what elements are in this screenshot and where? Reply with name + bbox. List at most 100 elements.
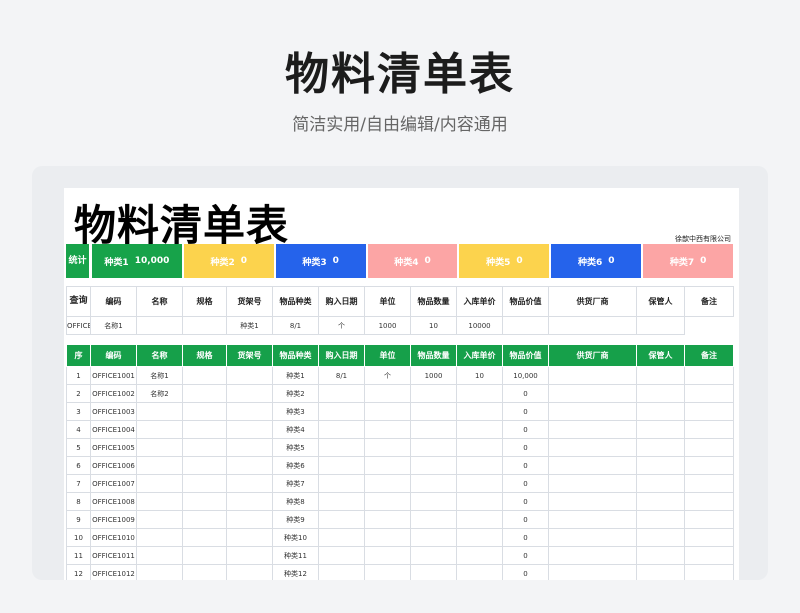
table-cell[interactable]: [548, 366, 637, 385]
table-cell[interactable]: 种类1: [272, 366, 319, 385]
table-cell[interactable]: [684, 384, 734, 403]
table-cell[interactable]: [684, 564, 734, 580]
table-cell[interactable]: [636, 366, 685, 385]
query-cell[interactable]: 名称1: [90, 316, 137, 335]
table-cell[interactable]: [182, 366, 227, 385]
query-cell[interactable]: 10000: [456, 316, 503, 335]
table-cell[interactable]: 9: [66, 510, 91, 529]
table-cell[interactable]: [684, 420, 734, 439]
table-cell[interactable]: [182, 510, 227, 529]
table-cell[interactable]: [182, 384, 227, 403]
table-cell[interactable]: [318, 402, 365, 421]
table-cell[interactable]: [636, 402, 685, 421]
table-cell[interactable]: [136, 492, 183, 511]
table-cell[interactable]: 种类6: [272, 456, 319, 475]
table-cell[interactable]: [548, 528, 637, 547]
table-cell[interactable]: [636, 474, 685, 493]
table-cell[interactable]: 0: [502, 564, 549, 580]
table-cell[interactable]: 0: [502, 402, 549, 421]
table-cell[interactable]: 0: [502, 492, 549, 511]
table-cell[interactable]: OFFICE1004: [90, 420, 137, 439]
table-cell[interactable]: 3: [66, 402, 91, 421]
table-cell[interactable]: [636, 528, 685, 547]
table-cell[interactable]: 10,000: [502, 366, 549, 385]
table-cell[interactable]: [456, 510, 503, 529]
table-cell[interactable]: [684, 510, 734, 529]
table-cell[interactable]: [136, 474, 183, 493]
table-cell[interactable]: OFFICE1010: [90, 528, 137, 547]
table-cell[interactable]: 2: [66, 384, 91, 403]
table-cell[interactable]: [364, 420, 411, 439]
table-cell[interactable]: [182, 564, 227, 580]
table-cell[interactable]: [136, 564, 183, 580]
table-cell[interactable]: [318, 510, 365, 529]
table-cell[interactable]: [636, 438, 685, 457]
table-cell[interactable]: [136, 402, 183, 421]
table-cell[interactable]: [318, 564, 365, 580]
table-cell[interactable]: [684, 474, 734, 493]
table-cell[interactable]: [410, 528, 457, 547]
table-cell[interactable]: [548, 492, 637, 511]
table-cell[interactable]: [410, 564, 457, 580]
table-cell[interactable]: 0: [502, 546, 549, 565]
table-cell[interactable]: OFFICE1003: [90, 402, 137, 421]
table-cell[interactable]: [410, 384, 457, 403]
table-cell[interactable]: 种类10: [272, 528, 319, 547]
table-cell[interactable]: [548, 474, 637, 493]
table-cell[interactable]: [364, 402, 411, 421]
table-cell[interactable]: [226, 564, 273, 580]
table-cell[interactable]: 名称1: [136, 366, 183, 385]
table-cell[interactable]: 0: [502, 384, 549, 403]
table-cell[interactable]: OFFICE1011: [90, 546, 137, 565]
table-cell[interactable]: OFFICE1006: [90, 456, 137, 475]
table-cell[interactable]: OFFICE1012: [90, 564, 137, 580]
table-cell[interactable]: [364, 528, 411, 547]
table-cell[interactable]: [410, 510, 457, 529]
table-cell[interactable]: 6: [66, 456, 91, 475]
table-cell[interactable]: [182, 420, 227, 439]
table-cell[interactable]: [136, 456, 183, 475]
table-cell[interactable]: [456, 546, 503, 565]
table-cell[interactable]: 7: [66, 474, 91, 493]
table-cell[interactable]: [456, 564, 503, 580]
table-cell[interactable]: [456, 456, 503, 475]
table-cell[interactable]: [456, 438, 503, 457]
table-cell[interactable]: [636, 456, 685, 475]
table-cell[interactable]: [318, 492, 365, 511]
query-cell[interactable]: 8/1: [272, 316, 319, 335]
table-cell[interactable]: [182, 528, 227, 547]
table-cell[interactable]: OFFICE1002: [90, 384, 137, 403]
table-cell[interactable]: OFFICE1007: [90, 474, 137, 493]
query-cell[interactable]: 1000: [364, 316, 411, 335]
table-cell[interactable]: 12: [66, 564, 91, 580]
table-cell[interactable]: 1: [66, 366, 91, 385]
table-cell[interactable]: [548, 510, 637, 529]
table-cell[interactable]: [182, 456, 227, 475]
table-cell[interactable]: 1000: [410, 366, 457, 385]
table-cell[interactable]: [684, 528, 734, 547]
table-cell[interactable]: [364, 564, 411, 580]
table-cell[interactable]: 种类7: [272, 474, 319, 493]
query-cell[interactable]: 种类1: [226, 316, 273, 335]
table-cell[interactable]: [410, 492, 457, 511]
table-cell[interactable]: 11: [66, 546, 91, 565]
table-cell[interactable]: [136, 438, 183, 457]
table-cell[interactable]: [226, 402, 273, 421]
table-cell[interactable]: OFFICE1009: [90, 510, 137, 529]
table-cell[interactable]: [410, 402, 457, 421]
query-cell[interactable]: 个: [318, 316, 365, 335]
table-cell[interactable]: [318, 420, 365, 439]
table-cell[interactable]: 10: [456, 366, 503, 385]
table-cell[interactable]: [410, 474, 457, 493]
table-cell[interactable]: 种类9: [272, 510, 319, 529]
table-cell[interactable]: 个: [364, 366, 411, 385]
table-cell[interactable]: 名称2: [136, 384, 183, 403]
table-cell[interactable]: [318, 438, 365, 457]
table-cell[interactable]: [226, 528, 273, 547]
table-cell[interactable]: [364, 456, 411, 475]
table-cell[interactable]: [410, 420, 457, 439]
table-cell[interactable]: [364, 438, 411, 457]
table-cell[interactable]: [456, 528, 503, 547]
table-cell[interactable]: [684, 402, 734, 421]
table-cell[interactable]: [182, 492, 227, 511]
